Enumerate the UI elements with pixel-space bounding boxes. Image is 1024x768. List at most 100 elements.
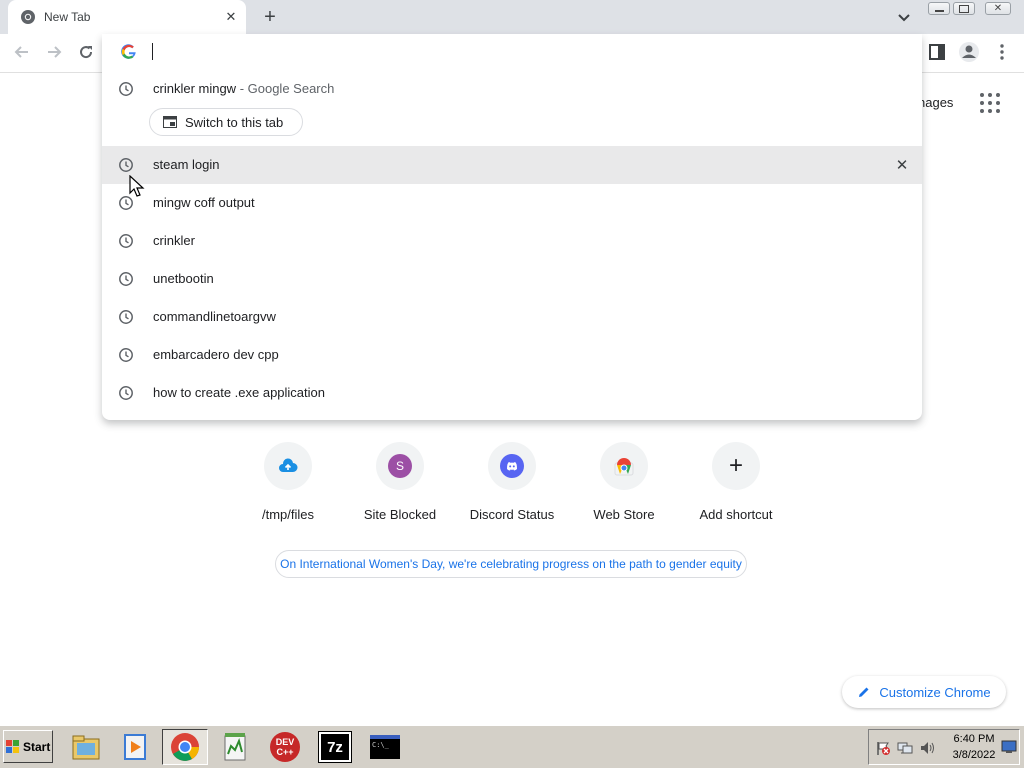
window-restore-button[interactable]	[953, 2, 975, 15]
cmd-text: C:\_	[372, 741, 389, 749]
pencil-icon	[859, 687, 869, 697]
suggestion-text: commandlinetoargvw	[153, 309, 276, 324]
dev-cpp-icon: DEV C++	[270, 732, 300, 762]
side-panel-icon[interactable]	[928, 43, 946, 61]
apps-grid-icon[interactable]	[978, 91, 1002, 115]
window-close-button[interactable]: ✕	[985, 2, 1011, 15]
shortcut-tile	[488, 442, 536, 490]
suggestion-row[interactable]: commandlinetoargvw	[102, 298, 922, 336]
shortcut-label: /tmp/files	[261, 507, 314, 522]
tab-title: New Tab	[44, 10, 91, 24]
customize-chrome-button[interactable]: Customize Chrome	[842, 676, 1006, 708]
history-clock-icon	[119, 348, 133, 362]
taskbar-notepad[interactable]	[212, 729, 258, 765]
avatar-letter: S	[395, 459, 404, 473]
cloud-upload-icon	[279, 458, 298, 472]
switch-tab-icon	[163, 116, 177, 128]
suggestion-text: steam login	[153, 157, 220, 172]
suggestion-text: unetbootin	[153, 271, 214, 286]
suggestion-row[interactable]: mingw coff output	[102, 184, 922, 222]
shortcut-tile: +	[712, 442, 760, 490]
suggestion-row[interactable]: crinkler	[102, 222, 922, 260]
back-button[interactable]	[10, 40, 34, 64]
switch-to-tab-label: Switch to this tab	[185, 114, 284, 130]
switch-to-tab-button[interactable]: Switch to this tab	[149, 108, 303, 136]
taskbar-file-manager[interactable]	[63, 729, 109, 765]
taskbar-command-prompt[interactable]: C:\_	[362, 729, 408, 765]
back-arrow-icon	[14, 46, 28, 58]
shortcut-label: Web Store	[593, 507, 655, 522]
menu-icon[interactable]	[994, 42, 1010, 62]
shortcut-label: Discord Status	[469, 507, 555, 522]
discord-icon	[500, 454, 524, 478]
7zip-icon: 7z	[318, 731, 352, 763]
notepad-icon	[224, 733, 246, 761]
taskbar-media-player[interactable]	[112, 729, 158, 765]
tab-search-chevron-icon[interactable]	[894, 7, 914, 27]
history-clock-icon	[119, 272, 133, 286]
command-prompt-icon: C:\_	[370, 735, 400, 759]
new-tab-button[interactable]: +	[258, 6, 282, 28]
file-manager-icon	[72, 735, 100, 760]
shortcut-add[interactable]: + Add shortcut	[680, 442, 792, 532]
suggestion-row[interactable]: unetbootin	[102, 260, 922, 298]
network-icon[interactable]	[897, 740, 913, 756]
shortcut-tile	[264, 442, 312, 490]
history-clock-icon	[119, 234, 133, 248]
taskbar-7zip[interactable]: 7z	[312, 729, 358, 765]
mouse-pointer-icon	[129, 175, 145, 197]
shortcut-discord-status[interactable]: Discord Status	[456, 442, 568, 532]
letter-avatar-icon: S	[388, 454, 412, 478]
shortcut-tile: S	[376, 442, 424, 490]
suggestion-row-highlighted[interactable]: steam login ✕	[102, 146, 922, 184]
7zip-text: 7z	[327, 738, 343, 756]
chrome-icon	[171, 733, 199, 761]
show-desktop-icon[interactable]	[1001, 740, 1017, 754]
reload-icon	[80, 46, 93, 59]
history-clock-icon	[119, 386, 133, 400]
chrome-icon	[21, 10, 35, 24]
suggestion-row[interactable]: how to create .exe application	[102, 374, 922, 412]
suggestion-text: crinkler	[153, 233, 195, 248]
action-center-flag-icon[interactable]	[875, 740, 891, 756]
start-button[interactable]: Start	[3, 730, 53, 763]
suggestion-query: crinkler mingw	[153, 81, 237, 96]
shortcut-label: Add shortcut	[699, 507, 773, 522]
omnibox-dropdown: crinkler mingw - Google Search Switch to…	[102, 34, 922, 420]
suggestion-text: embarcadero dev cpp	[153, 347, 279, 362]
history-clock-icon	[119, 82, 133, 96]
clock-time[interactable]: 6:40 PM	[952, 733, 996, 745]
promo-link[interactable]: On International Women's Day, we're cele…	[275, 550, 747, 578]
omnibox-input[interactable]	[150, 40, 854, 66]
suggestion-row[interactable]: embarcadero dev cpp	[102, 336, 922, 374]
suggestion-text: how to create .exe application	[153, 385, 325, 400]
suggestion-text: mingw coff output	[153, 195, 255, 210]
shortcut-label: Site Blocked	[363, 507, 437, 522]
start-label: Start	[23, 739, 51, 754]
dev-cpp-text: DEV C++	[275, 737, 295, 757]
forward-arrow-icon	[48, 46, 62, 58]
volume-icon[interactable]	[919, 740, 937, 756]
web-store-icon	[614, 458, 634, 476]
tab-close-icon[interactable]: ✕	[222, 8, 240, 26]
shortcut-web-store[interactable]: Web Store	[568, 442, 680, 532]
remove-suggestion-icon[interactable]: ✕	[894, 157, 910, 174]
google-g-icon	[121, 44, 136, 59]
suggestion-row[interactable]: crinkler mingw - Google Search	[102, 70, 922, 108]
taskbar-dev-cpp[interactable]: DEV C++	[262, 729, 308, 765]
forward-button[interactable]	[42, 40, 66, 64]
tab-new-tab[interactable]: New Tab ✕	[8, 0, 246, 34]
profile-icon[interactable]	[958, 41, 980, 63]
window-minimize-button[interactable]	[928, 2, 950, 15]
taskbar-chrome[interactable]	[162, 729, 208, 765]
images-link[interactable]: nages	[918, 95, 953, 110]
history-clock-icon	[119, 310, 133, 324]
reload-button[interactable]	[74, 40, 98, 64]
shortcut-site-blocked[interactable]: S Site Blocked	[344, 442, 456, 532]
media-player-icon	[124, 734, 146, 760]
clock-date[interactable]: 3/8/2022	[948, 749, 1000, 761]
text-caret	[152, 43, 153, 60]
shortcut-tmp-files[interactable]: /tmp/files	[232, 442, 344, 532]
suggestion-text: crinkler mingw - Google Search	[153, 81, 334, 96]
customize-chrome-label: Customize Chrome	[879, 684, 991, 700]
